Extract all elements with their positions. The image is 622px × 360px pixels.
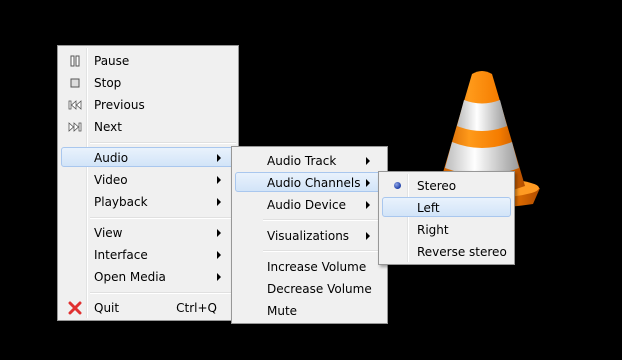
context-menu: Pause Stop Previous Next Audio Video Pla… bbox=[57, 45, 239, 321]
menu-separator bbox=[90, 142, 236, 144]
menu-item-label: Visualizations bbox=[267, 229, 350, 243]
menu-item-interface[interactable]: Interface bbox=[61, 244, 235, 264]
pause-icon bbox=[70, 55, 80, 67]
menu-item-label: Previous bbox=[94, 98, 145, 112]
menu-item-left[interactable]: Left bbox=[382, 197, 511, 217]
submenu-arrow-icon bbox=[217, 198, 221, 206]
menu-item-label: Open Media bbox=[94, 270, 166, 284]
menu-item-label: Audio Channels bbox=[267, 176, 361, 190]
audio-submenu: Audio Track Audio Channels Audio Device … bbox=[231, 146, 388, 324]
menu-item-view[interactable]: View bbox=[61, 222, 235, 242]
previous-icon bbox=[68, 100, 82, 110]
menu-item-label: Decrease Volume bbox=[267, 282, 372, 296]
menu-item-open-media[interactable]: Open Media bbox=[61, 266, 235, 286]
submenu-arrow-icon bbox=[366, 232, 370, 240]
menu-item-previous[interactable]: Previous bbox=[61, 94, 235, 114]
menu-item-stereo[interactable]: Stereo bbox=[382, 175, 511, 195]
submenu-arrow-icon bbox=[217, 229, 221, 237]
menu-item-label: Increase Volume bbox=[267, 260, 367, 274]
menu-item-quit[interactable]: Quit Ctrl+Q bbox=[61, 297, 235, 317]
menu-item-label: Right bbox=[417, 223, 449, 237]
submenu-arrow-icon bbox=[366, 179, 370, 187]
menu-item-next[interactable]: Next bbox=[61, 116, 235, 136]
menu-item-label: Quit bbox=[94, 301, 120, 315]
menu-item-audio[interactable]: Audio bbox=[61, 147, 235, 167]
audio-channels-submenu: Stereo Left Right Reverse stereo bbox=[378, 171, 515, 265]
menu-item-label: Audio Device bbox=[267, 198, 346, 212]
menu-item-label: View bbox=[94, 226, 123, 240]
menu-item-label: Pause bbox=[94, 54, 130, 68]
submenu-arrow-icon bbox=[217, 176, 221, 184]
menu-item-audio-channels[interactable]: Audio Channels bbox=[235, 172, 384, 192]
menu-item-label: Interface bbox=[94, 248, 148, 262]
menu-item-pause[interactable]: Pause bbox=[61, 50, 235, 70]
menu-item-increase-volume[interactable]: Increase Volume bbox=[235, 256, 384, 276]
menu-item-shortcut: Ctrl+Q bbox=[176, 301, 217, 315]
menu-item-label: Mute bbox=[267, 304, 298, 318]
menu-separator bbox=[263, 219, 385, 221]
menu-item-label: Video bbox=[94, 173, 128, 187]
menu-item-label: Stop bbox=[94, 76, 122, 90]
menu-item-decrease-volume[interactable]: Decrease Volume bbox=[235, 278, 384, 298]
menu-item-mute[interactable]: Mute bbox=[235, 300, 384, 320]
menu-item-reverse-stereo[interactable]: Reverse stereo bbox=[382, 241, 511, 261]
submenu-arrow-icon bbox=[217, 251, 221, 259]
menu-item-audio-device[interactable]: Audio Device bbox=[235, 194, 384, 214]
submenu-arrow-icon bbox=[217, 154, 221, 162]
menu-item-right[interactable]: Right bbox=[382, 219, 511, 239]
radio-selected-icon bbox=[394, 182, 401, 189]
menu-separator bbox=[263, 250, 385, 252]
submenu-arrow-icon bbox=[366, 201, 370, 209]
menu-item-label: Playback bbox=[94, 195, 148, 209]
menu-item-audio-track[interactable]: Audio Track bbox=[235, 150, 384, 170]
submenu-arrow-icon bbox=[217, 273, 221, 281]
menu-item-label: Next bbox=[94, 120, 122, 134]
menu-item-label: Reverse stereo bbox=[417, 245, 507, 259]
menu-item-label: Left bbox=[417, 201, 440, 215]
menu-separator bbox=[90, 292, 236, 294]
menu-item-stop[interactable]: Stop bbox=[61, 72, 235, 92]
menu-item-visualizations[interactable]: Visualizations bbox=[235, 225, 384, 245]
next-icon bbox=[68, 122, 82, 132]
stop-icon bbox=[70, 78, 80, 88]
menu-item-label: Audio bbox=[94, 151, 129, 165]
menu-separator bbox=[90, 217, 236, 219]
menu-item-playback[interactable]: Playback bbox=[61, 191, 235, 211]
submenu-arrow-icon bbox=[366, 157, 370, 165]
menu-item-label: Audio Track bbox=[267, 154, 337, 168]
quit-icon bbox=[68, 301, 82, 315]
menu-item-label: Stereo bbox=[417, 179, 457, 193]
menu-item-video[interactable]: Video bbox=[61, 169, 235, 189]
